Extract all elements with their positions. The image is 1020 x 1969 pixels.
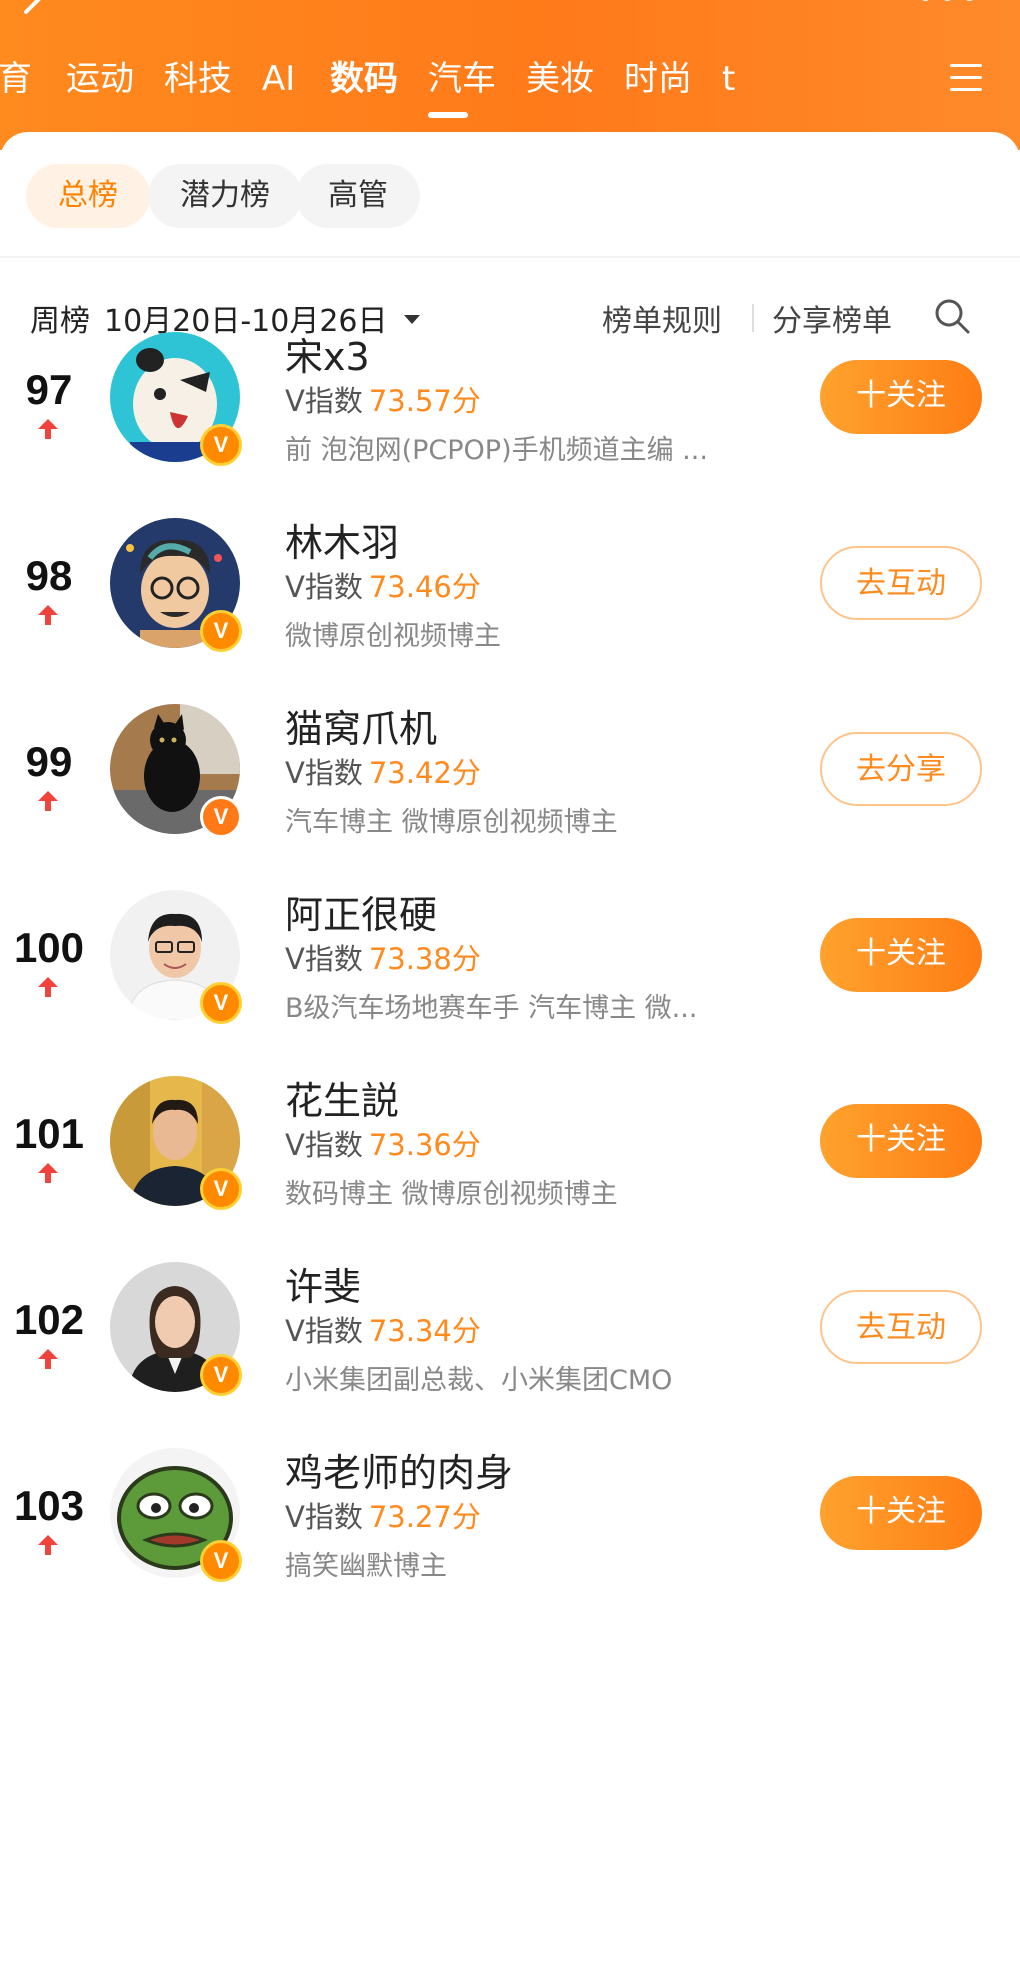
follow-button[interactable]: 十关注 (820, 1104, 982, 1178)
caret-down-icon[interactable] (404, 315, 420, 324)
share-button[interactable]: 去分享 (820, 732, 982, 806)
score-label: V指数 (285, 1128, 363, 1162)
score-value: 73.42分 (368, 756, 481, 790)
tab-more-cut[interactable]: t (722, 50, 735, 110)
tab-meizhuang[interactable]: 美妆 (526, 50, 594, 110)
category-header: 育 运动 科技 AI 数码 汽车 美妆 时尚 t (0, 0, 1020, 150)
user-description: 前 泡泡网(PCPOP)手机频道主编 ... (285, 435, 708, 466)
rank-number: 101 (13, 1110, 85, 1157)
tab-yundong[interactable]: 运动 (66, 50, 134, 110)
follow-button[interactable]: 十关注 (820, 918, 982, 992)
ranking-panel: 总榜 潜力榜 高管 周榜 10月20日-10月26日 榜单规则 分享榜单 97 (0, 132, 1020, 1969)
follow-button[interactable]: 十关注 (820, 360, 982, 434)
score-line: V指数 73.36分 (285, 1122, 481, 1164)
link-separator (752, 304, 754, 332)
verified-badge-icon: V (200, 1354, 242, 1396)
pill-overall[interactable]: 总榜 (26, 164, 150, 228)
active-tab-indicator (428, 112, 468, 118)
list-item[interactable]: 97 V 宋x3 V指数 73.57分 前 泡泡网(PCPOP)手机频道主编 ..… (0, 332, 1020, 518)
trend-up-icon (38, 1163, 58, 1183)
user-name[interactable]: 林木羽 (285, 512, 399, 567)
list-item[interactable]: 102 V 许斐 V指数 73.34分 小米集团副总裁、小米集团CMO 去互动 (0, 1262, 1020, 1448)
more-options-icon[interactable] (918, 0, 978, 10)
category-tabs: 育 运动 科技 AI 数码 汽车 美妆 时尚 t (0, 50, 940, 110)
score-value: 73.46分 (368, 570, 481, 604)
score-label: V指数 (285, 1314, 363, 1348)
pill-potential[interactable]: 潜力榜 (148, 164, 302, 228)
user-name[interactable]: 花生説 (285, 1070, 399, 1125)
tab-shishang[interactable]: 时尚 (624, 50, 692, 110)
trend-up-icon (38, 977, 58, 997)
rank-number: 97 (25, 366, 73, 413)
user-name[interactable]: 许斐 (285, 1256, 361, 1311)
rank-number: 100 (13, 924, 85, 971)
score-value: 73.38分 (368, 942, 481, 976)
trend-up-icon (38, 1349, 58, 1369)
rank-number: 98 (25, 552, 73, 599)
menu-icon[interactable] (948, 60, 988, 96)
user-description: 搞笑幽默博主 (285, 1551, 447, 1582)
verified-badge-icon: V (200, 796, 242, 838)
tab-ai[interactable]: AI (262, 50, 295, 110)
verified-badge-icon: V (200, 610, 242, 652)
follow-button[interactable]: 十关注 (820, 1476, 982, 1550)
score-label: V指数 (285, 384, 363, 418)
trend-up-icon (38, 1535, 58, 1555)
score-line: V指数 73.38分 (285, 936, 481, 978)
pill-executive[interactable]: 高管 (296, 164, 420, 228)
interact-button[interactable]: 去互动 (820, 546, 982, 620)
score-line: V指数 73.42分 (285, 750, 481, 792)
trend-up-icon (38, 419, 58, 439)
list-item[interactable]: 99 V 猫窝爪机 V指数 73.42分 汽车博主 微博原创视频博主 去分享 (0, 704, 1020, 890)
user-name[interactable]: 鸡老师的肉身 (285, 1442, 513, 1497)
tab-qiche[interactable]: 汽车 (428, 50, 496, 110)
user-name[interactable]: 猫窝爪机 (285, 698, 437, 753)
divider (0, 256, 1020, 258)
user-description: 小米集团副总裁、小米集团CMO (285, 1365, 673, 1396)
score-label: V指数 (285, 570, 363, 604)
score-line: V指数 73.57分 (285, 378, 481, 420)
user-name[interactable]: 宋x3 (285, 326, 370, 381)
score-line: V指数 73.46分 (285, 564, 481, 606)
score-value: 73.34分 (368, 1314, 481, 1348)
verified-badge-icon: V (200, 1540, 242, 1582)
score-value: 73.27分 (368, 1500, 481, 1534)
user-name[interactable]: 阿正很硬 (285, 884, 437, 939)
score-line: V指数 73.34分 (285, 1308, 481, 1350)
list-item[interactable]: 103 V 鸡老师的肉身 V指数 73.27分 搞笑幽默博主 十关注 (0, 1448, 1020, 1634)
score-label: V指数 (285, 1500, 363, 1534)
user-description: 数码博主 微博原创视频博主 (285, 1179, 618, 1210)
list-item[interactable]: 98 V 林木羽 V指数 73.46分 微博原创视频博主 去互动 (0, 518, 1020, 704)
user-description: B级汽车场地赛车手 汽车博主 微... (285, 993, 698, 1024)
back-arrow-icon[interactable] (8, 0, 60, 38)
list-item[interactable]: 100 V 阿正很硬 V指数 73.38分 B级汽车场地赛车手 汽车博主 微...… (0, 890, 1020, 1076)
user-description: 汽车博主 微博原创视频博主 (285, 807, 618, 838)
verified-badge-icon: V (200, 424, 242, 466)
verified-badge-icon: V (200, 982, 242, 1024)
score-label: V指数 (285, 756, 363, 790)
score-line: V指数 73.27分 (285, 1494, 481, 1536)
tab-shuma[interactable]: 数码 (330, 50, 398, 110)
rank-number: 102 (13, 1296, 85, 1343)
rank-number: 99 (25, 738, 73, 785)
trend-up-icon (38, 605, 58, 625)
score-value: 73.57分 (368, 384, 481, 418)
tab-sports-cut[interactable]: 育 (0, 50, 32, 110)
interact-button[interactable]: 去互动 (820, 1290, 982, 1364)
trend-up-icon (38, 791, 58, 811)
score-label: V指数 (285, 942, 363, 976)
list-item[interactable]: 101 V 花生説 V指数 73.36分 数码博主 微博原创视频博主 十关注 (0, 1076, 1020, 1262)
tab-keji[interactable]: 科技 (164, 50, 232, 110)
verified-badge-icon: V (200, 1168, 242, 1210)
score-value: 73.36分 (368, 1128, 481, 1162)
user-description: 微博原创视频博主 (285, 621, 501, 652)
search-icon[interactable] (932, 296, 972, 336)
rank-number: 103 (13, 1482, 85, 1529)
